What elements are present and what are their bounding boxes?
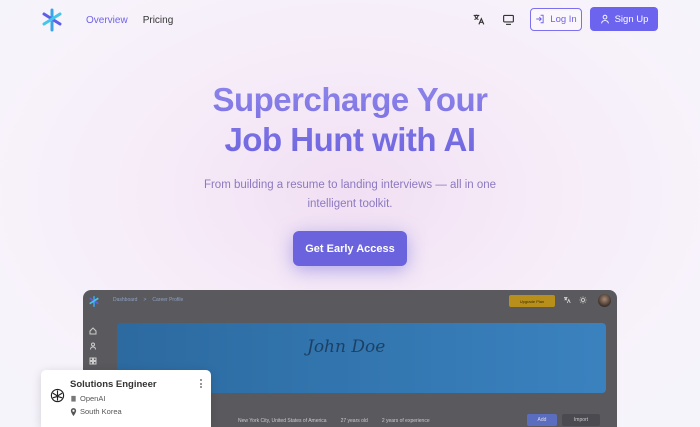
hero-title-line2: Job Hunt with AI	[224, 121, 476, 158]
preview-location: New York City, United States of America	[238, 418, 327, 424]
preview-breadcrumb: Dashboard > Career Profile	[113, 297, 183, 303]
nav-actions: Log In Sign Up	[470, 7, 658, 31]
preview-translate-icon	[564, 297, 571, 304]
breadcrumb-dashboard: Dashboard	[113, 297, 138, 303]
location-pin-icon	[70, 407, 77, 416]
preview-grid-icon	[89, 352, 97, 365]
job-company: OpenAI	[80, 394, 106, 403]
job-card[interactable]: Solutions Engineer OpenAI South Korea	[41, 370, 211, 427]
login-button[interactable]: Log In	[530, 7, 582, 31]
preview-import-button: Import	[562, 414, 600, 426]
job-company-row: OpenAI	[70, 394, 105, 403]
preview-experience: 2 years of experience	[381, 418, 430, 424]
signup-button[interactable]: Sign Up	[590, 7, 658, 31]
login-icon	[536, 14, 544, 24]
preview-profile-info: New York City, United States of America …	[238, 418, 430, 424]
preview-avatar	[598, 294, 611, 307]
preview-sun-icon	[579, 296, 587, 304]
signup-label: Sign Up	[614, 13, 649, 25]
job-title: Solutions Engineer	[70, 379, 157, 390]
more-options-icon[interactable]	[200, 379, 203, 388]
nav-link-overview[interactable]: Overview	[86, 15, 128, 26]
preview-sidebar	[89, 322, 97, 365]
job-location: South Korea	[80, 407, 122, 416]
preview-upgrade-button: Upgrade Plan	[509, 295, 555, 307]
preview-signature: John Doe	[307, 337, 386, 357]
top-nav: Overview Pricing Log In Sign Up	[0, 0, 700, 40]
logo-icon[interactable]	[42, 8, 62, 32]
preview-user-icon	[89, 337, 97, 350]
preview-home-icon	[89, 322, 97, 335]
preview-add-button: Add	[527, 414, 557, 426]
user-icon	[600, 14, 609, 24]
openai-logo-icon	[50, 388, 65, 403]
building-icon	[71, 395, 76, 402]
translate-icon[interactable]	[470, 11, 486, 27]
nav-link-pricing[interactable]: Pricing	[143, 15, 174, 26]
hero-subtitle: From building a resume to landing interv…	[203, 179, 497, 210]
login-label: Log In	[550, 13, 577, 25]
breadcrumb-career-profile: Career Profile	[152, 297, 184, 303]
hero-title-line1: Supercharge Your	[212, 81, 488, 118]
preview-toolbar-icons	[563, 296, 587, 304]
preview-logo-icon	[89, 296, 99, 307]
job-location-row: South Korea	[70, 407, 122, 416]
preview-topbar: Dashboard > Career Profile Upgrade Plan	[83, 290, 617, 312]
get-early-access-button[interactable]: Get Early Access	[293, 231, 407, 266]
breadcrumb-separator: >	[143, 297, 147, 303]
monitor-icon[interactable]	[500, 11, 516, 27]
preview-age: 27 years old	[340, 418, 368, 424]
hero-title: Supercharge Your Job Hunt with AI	[0, 80, 700, 160]
